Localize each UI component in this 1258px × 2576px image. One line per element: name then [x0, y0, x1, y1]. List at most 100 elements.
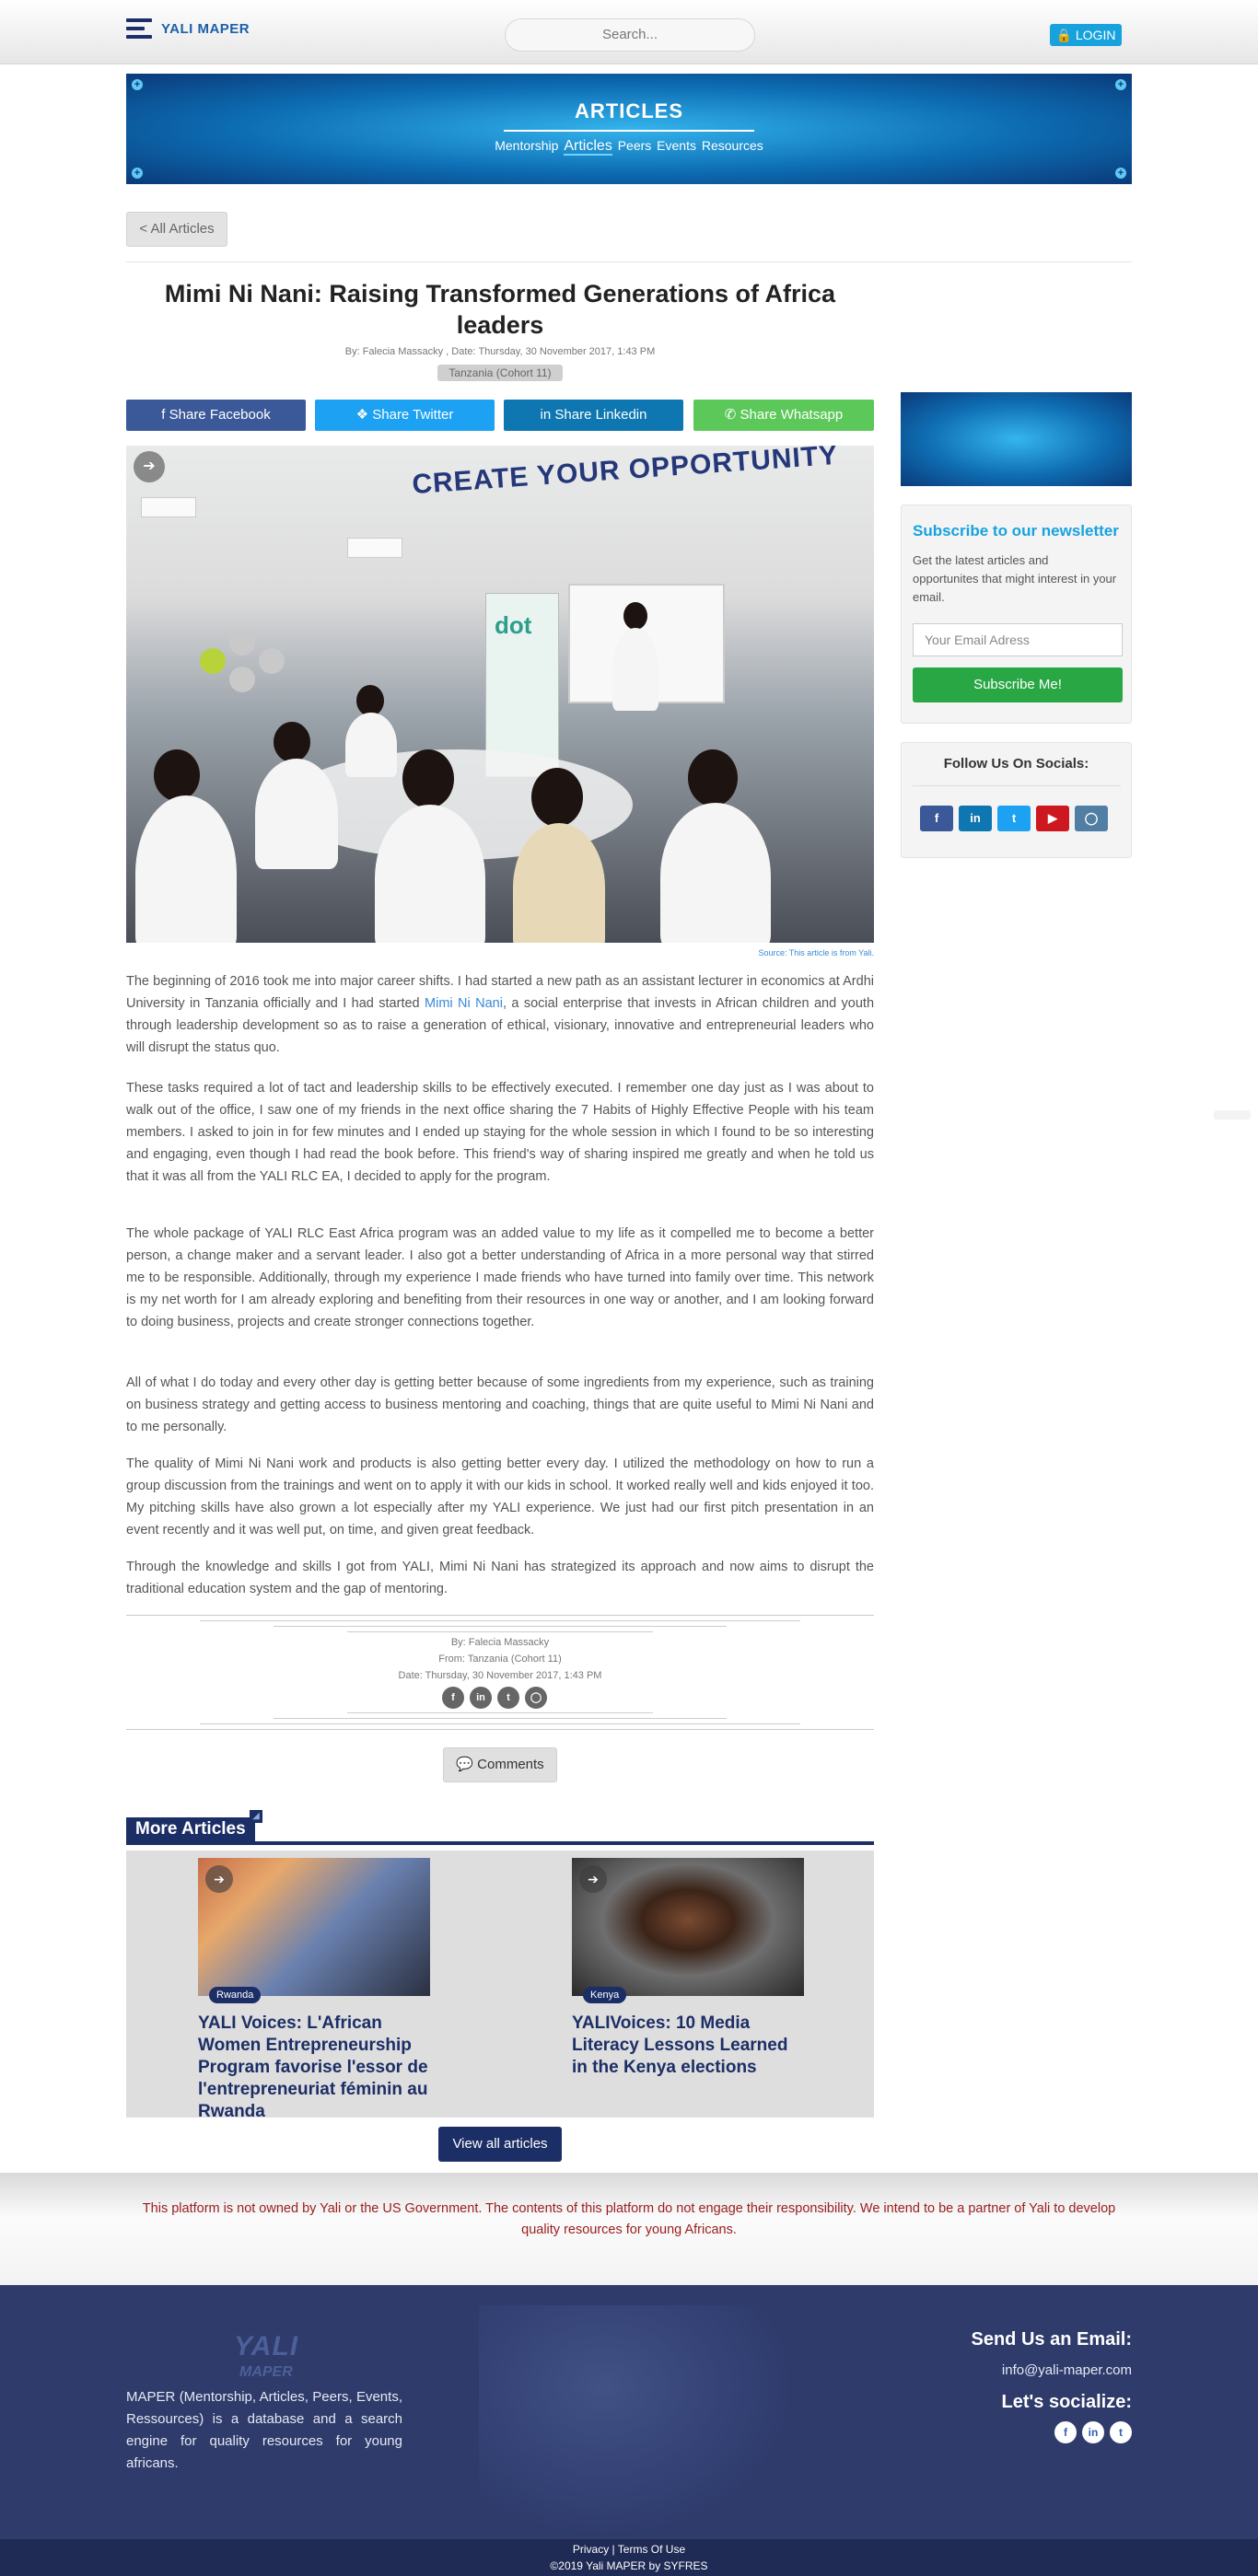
footer-logo: YALI [234, 2331, 299, 2361]
heading-underline [126, 1841, 874, 1845]
share-linkedin-label: Share Linkedin [554, 407, 647, 423]
author-from: From: Tanzania (Cohort 11) [438, 1654, 562, 1665]
subscribe-button[interactable]: Subscribe Me! [913, 667, 1123, 702]
email-field[interactable]: Your Email Adress [913, 623, 1123, 656]
mimi-ni-nani-link[interactable]: Mimi Ni Nani [425, 996, 503, 1011]
person [154, 749, 200, 801]
share-icon[interactable]: ➔ [579, 1865, 607, 1893]
article-card[interactable]: ➔ Rwanda YALI Voices: L'African Women En… [198, 1858, 430, 2123]
divider [200, 1620, 800, 1621]
article-paragraph: The beginning of 2016 took me into major… [126, 970, 874, 1059]
person [513, 823, 605, 943]
twitter-icon: ❖ [355, 407, 369, 423]
plus-icon: + [1115, 79, 1126, 90]
newsletter-box: Subscribe to our newsletter Get the late… [901, 505, 1132, 724]
all-articles-button[interactable]: < All Articles [126, 212, 227, 247]
article-card[interactable]: ➔ Kenya YALIVoices: 10 Media Literacy Le… [572, 1858, 804, 2079]
author-box: By: Falecia Massacky From: Tanzania (Coh… [126, 1615, 874, 1730]
twitter-icon[interactable]: t [1110, 2421, 1132, 2443]
copyright: ©2019 Yali MAPER by SYFRES [550, 2559, 708, 2572]
plus-icon: + [132, 79, 143, 90]
linkedin-icon[interactable]: in [470, 1687, 492, 1709]
instagram-icon[interactable]: ◯ [525, 1687, 547, 1709]
site-footer: YALI MAPER MAPER (Mentorship, Articles, … [0, 2285, 1258, 2539]
instagram-icon[interactable]: ◯ [1075, 806, 1108, 831]
footer-social-title: Let's socialize: [1001, 2392, 1132, 2412]
follow-title: Follow Us On Socials: [943, 756, 1089, 772]
lock-icon: 🔒 [1055, 28, 1072, 42]
plus-icon: + [132, 168, 143, 179]
article-byline: By: Falecia Massacky , Date: Thursday, 3… [344, 346, 656, 357]
share-facebook-button[interactable]: f Share Facebook [126, 400, 306, 431]
linkedin-icon[interactable]: in [1082, 2421, 1104, 2443]
author-socials: f in t ◯ [442, 1687, 547, 1709]
person [135, 795, 237, 943]
author-date: Date: Thursday, 30 November 2017, 1:43 P… [398, 1670, 602, 1681]
wall-decoration [229, 630, 255, 656]
follow-socials-box: Follow Us On Socials: f in t ▶ ◯ [901, 742, 1132, 858]
disclaimer-text: This platform is not owned by Yali or th… [142, 2201, 1116, 2237]
divider [347, 1712, 653, 1713]
privacy-terms-links[interactable]: Privacy | Terms Of Use [0, 2543, 1258, 2556]
person [402, 749, 454, 808]
youtube-icon[interactable]: ▶ [1036, 806, 1069, 831]
share-whatsapp-button[interactable]: ✆ Share Whatsapp [693, 400, 874, 431]
divider [126, 261, 1132, 262]
bottom-bar: Privacy | Terms Of Use ©2019 Yali MAPER … [0, 2539, 1258, 2576]
dot-logo: dot [495, 611, 532, 639]
nav-resources[interactable]: Resources [702, 138, 763, 153]
login-button[interactable]: 🔒 LOGIN [1050, 24, 1122, 46]
share-twitter-button[interactable]: ❖ Share Twitter [315, 400, 495, 431]
person [688, 749, 738, 806]
facebook-icon[interactable]: f [920, 806, 953, 831]
search-input[interactable]: Search... [505, 18, 755, 52]
air-conditioner [141, 497, 196, 517]
comments-icon: 💬 [456, 1757, 473, 1772]
divider [274, 1718, 727, 1719]
wall-decoration [200, 648, 226, 674]
side-tab-handle[interactable] [1214, 1110, 1251, 1120]
article-title: Mimi Ni Nani: Raising Transformed Genera… [164, 280, 836, 339]
footer-logo-sub: MAPER [239, 2364, 293, 2380]
twitter-icon[interactable]: t [997, 806, 1031, 831]
card-image[interactable]: ➔ [198, 1858, 430, 1996]
banner-title: ARTICLES [575, 99, 683, 122]
footer-email-link[interactable]: info@yali-maper.com [921, 2362, 1132, 2378]
nav-events[interactable]: Events [657, 138, 696, 153]
top-navbar: YALI MAPER Search... 🔒 LOGIN [0, 0, 1258, 64]
brand-name[interactable]: YALI MAPER [161, 21, 250, 37]
nav-peers[interactable]: Peers [618, 138, 652, 153]
card-title[interactable]: YALIVoices: 10 Media Literacy Lessons Le… [572, 2013, 804, 2079]
view-all-articles-button[interactable]: View all articles [438, 2127, 562, 2162]
share-linkedin-button[interactable]: in Share Linkedin [504, 400, 683, 431]
africa-map-graphic [479, 2305, 792, 2535]
brand[interactable]: YALI MAPER [126, 18, 250, 39]
section-nav: Mentorship Articles Peers Events Resourc… [126, 138, 1132, 156]
menu-icon[interactable] [126, 18, 152, 39]
card-title[interactable]: YALI Voices: L'African Women Entrepreneu… [198, 2013, 430, 2123]
footer-email-title: Send Us an Email: [971, 2329, 1133, 2350]
facebook-icon[interactable]: f [1054, 2421, 1077, 2443]
divider [126, 1615, 874, 1616]
linkedin-icon[interactable]: in [959, 806, 992, 831]
share-icon[interactable]: ➔ [134, 451, 165, 482]
nav-articles[interactable]: Articles [564, 138, 612, 156]
person [531, 768, 583, 827]
card-image[interactable]: ➔ [572, 1858, 804, 1996]
nav-mentorship[interactable]: Mentorship [495, 138, 558, 153]
person [660, 803, 771, 943]
country-badge[interactable]: Tanzania (Cohort 11) [437, 365, 563, 381]
facebook-icon[interactable]: f [442, 1687, 464, 1709]
person [623, 602, 647, 630]
social-buttons: f in t ▶ ◯ [920, 806, 1108, 831]
share-icon[interactable]: ➔ [205, 1865, 233, 1893]
author-name: By: Falecia Massacky [450, 1637, 550, 1648]
person [274, 722, 310, 762]
comments-button[interactable]: 💬 Comments [443, 1747, 557, 1782]
article-paragraph: The quality of Mimi Ni Nani work and pro… [126, 1456, 874, 1537]
twitter-icon[interactable]: t [497, 1687, 519, 1709]
person [375, 805, 485, 943]
newsletter-title: Subscribe to our newsletter [913, 522, 1119, 540]
image-wall-slogan: CREATE YOUR OPPORTUNITY [411, 446, 840, 501]
divider [200, 1723, 800, 1724]
